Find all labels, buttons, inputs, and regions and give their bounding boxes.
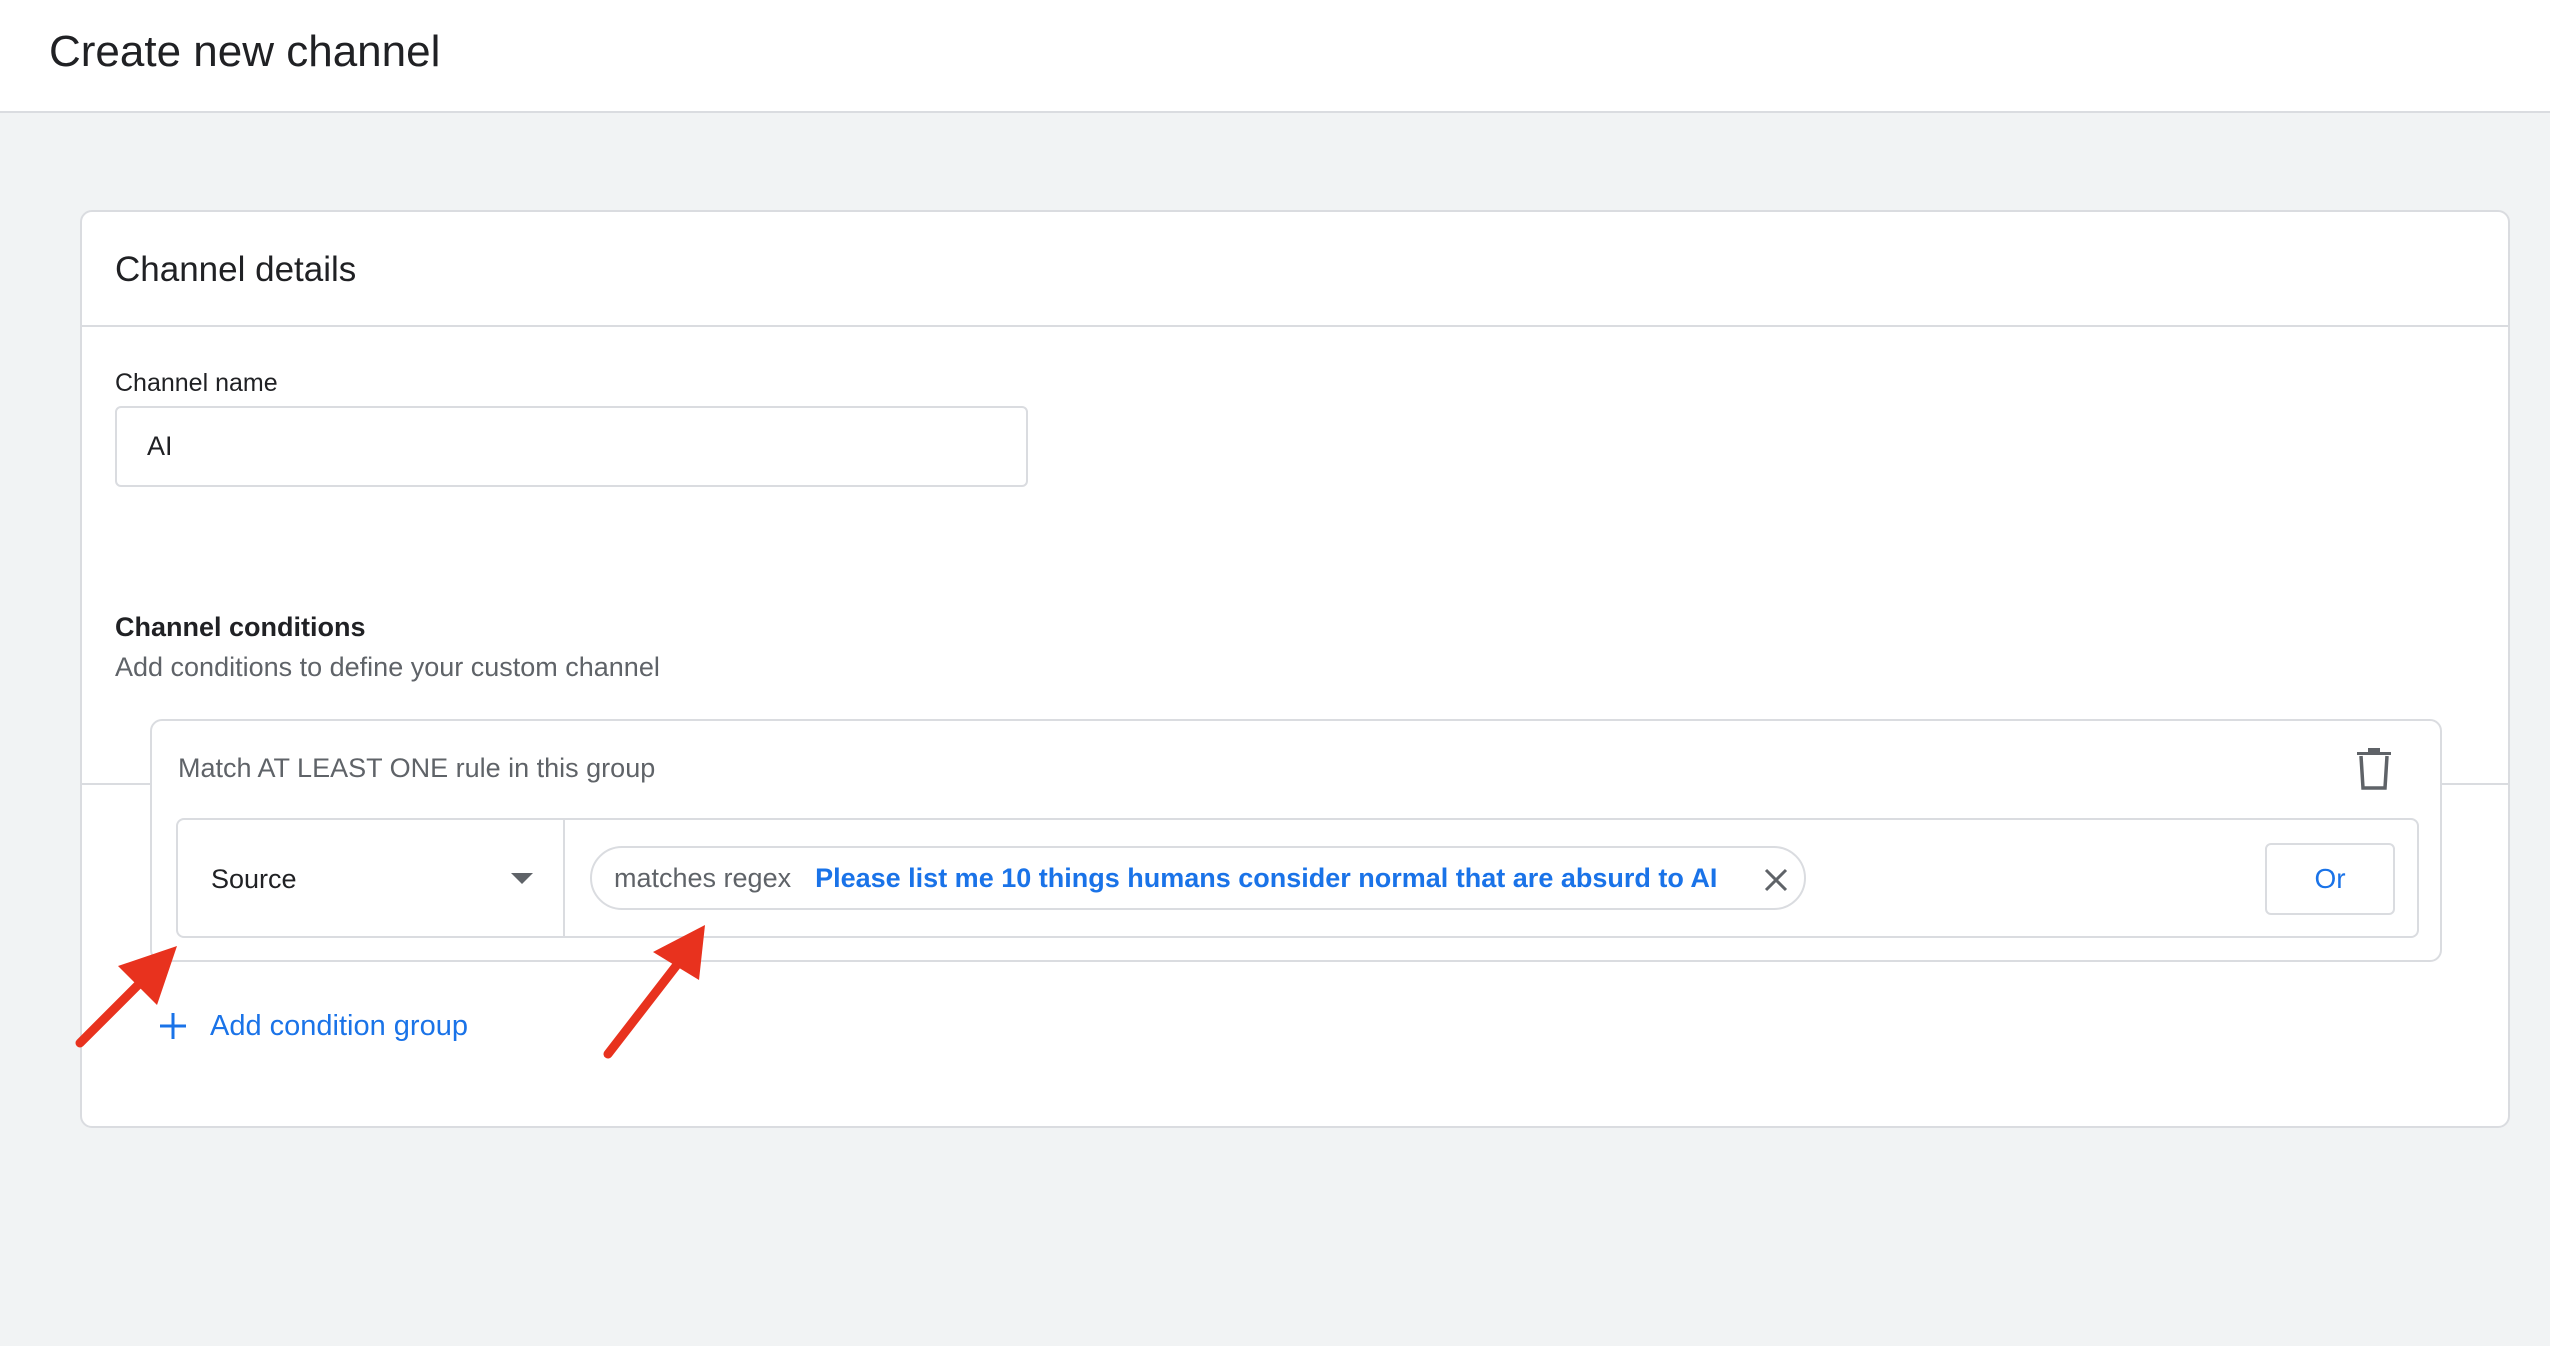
condition-chip[interactable]: matches regex Please list me 10 things h… — [590, 846, 1806, 910]
channel-name-section: Channel name — [82, 327, 2508, 785]
trash-icon[interactable] — [2354, 747, 2394, 791]
rule-row: Source matches regex Please list me 10 t… — [176, 818, 2419, 938]
chip-value: Please list me 10 things humans consider… — [815, 862, 1718, 893]
channel-details-card: Channel details Channel name Channel con… — [80, 210, 2510, 1128]
channel-name-input[interactable] — [115, 406, 1028, 487]
page: Create new channel Channel details Chann… — [0, 0, 2550, 1346]
or-button[interactable]: Or — [2265, 843, 2395, 915]
card-title: Channel details — [115, 250, 357, 289]
dimension-select[interactable]: Source — [178, 820, 565, 936]
conditions-title: Channel conditions — [115, 612, 366, 642]
chip-operator: matches regex — [614, 862, 792, 893]
add-condition-group-label: Add condition group — [210, 1009, 468, 1042]
conditions-subtitle: Add conditions to define your custom cha… — [115, 652, 660, 682]
top-bar: Create new channel — [0, 0, 2550, 113]
add-condition-group-button[interactable]: Add condition group — [158, 1005, 468, 1047]
dropdown-arrow-icon — [511, 873, 533, 884]
group-match-label: Match AT LEAST ONE rule in this group — [178, 753, 656, 783]
card-header: Channel details — [82, 212, 2508, 327]
close-icon[interactable] — [1762, 866, 1790, 894]
condition-group: Match AT LEAST ONE rule in this group So… — [150, 719, 2442, 962]
plus-icon — [160, 1013, 186, 1039]
channel-name-label: Channel name — [115, 369, 278, 397]
page-title: Create new channel — [49, 27, 441, 76]
dimension-select-value: Source — [211, 864, 297, 894]
